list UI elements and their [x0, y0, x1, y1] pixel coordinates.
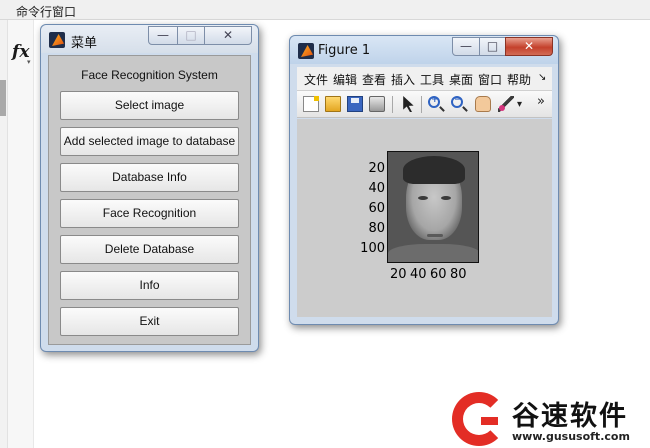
matlab-logo-icon	[298, 43, 314, 59]
select-image-button[interactable]: Select image	[60, 91, 239, 120]
menu-panel: Face Recognition System Select image Add…	[48, 55, 251, 345]
pan-hand-icon[interactable]	[475, 96, 491, 112]
menu-view[interactable]: 查看	[362, 71, 386, 88]
matlab-logo-icon	[49, 32, 65, 48]
figure-toolbar: + − ▾ »	[297, 91, 552, 118]
zoom-out-icon[interactable]: −	[451, 95, 463, 108]
info-button[interactable]: Info	[60, 271, 239, 300]
zoom-in-glyph: +	[431, 95, 439, 105]
system-heading: Face Recognition System	[81, 68, 218, 82]
y-tick-label: 60	[368, 201, 385, 216]
figure-canvas[interactable]: 20 40 60 80 100 20 40 60 80	[297, 119, 552, 317]
save-icon[interactable]	[347, 96, 363, 112]
y-tick-label: 100	[360, 241, 385, 256]
pointer-arrow-icon[interactable]	[403, 96, 414, 112]
menu-overflow-icon[interactable]: ↘	[538, 72, 546, 83]
exit-button[interactable]: Exit	[60, 307, 239, 336]
delete-database-button[interactable]: Delete Database	[60, 235, 239, 264]
menu-window[interactable]: 窗口	[478, 71, 502, 88]
figure-window-title: Figure 1	[318, 43, 371, 58]
add-to-database-button[interactable]: Add selected image to database	[60, 127, 239, 156]
watermark-logo: 谷速软件 www.gususoft.com	[450, 392, 650, 448]
minimize-button[interactable]: —	[148, 26, 178, 45]
face-image-axes[interactable]	[387, 151, 479, 263]
menu-help[interactable]: 帮助	[507, 71, 533, 88]
close-button[interactable]: ✕	[204, 26, 252, 45]
x-tick-label: 40	[410, 267, 427, 282]
menu-window-titlebar[interactable]: 菜单 — □ ✕	[41, 25, 258, 53]
y-tick-label: 80	[368, 221, 385, 236]
watermark-name: 谷速软件	[512, 401, 628, 432]
figure-menubar: 文件 编辑 查看 插入 工具 桌面 窗口 帮助 ↘	[297, 67, 552, 91]
command-window-title: 命令行窗口	[0, 0, 650, 20]
watermark-g-logo-icon	[452, 392, 506, 446]
new-file-icon[interactable]	[303, 96, 319, 112]
figure-window-titlebar[interactable]: Figure 1 — □ ✕	[290, 36, 558, 64]
menu-edit[interactable]: 编辑	[333, 71, 357, 88]
menu-window-title: 菜单	[71, 36, 98, 51]
menu-insert[interactable]: 插入	[391, 71, 415, 88]
face-image-shoulders	[388, 244, 478, 262]
function-browser-caret-icon[interactable]: ▾	[27, 58, 31, 66]
left-strip-marker	[0, 80, 6, 116]
minimize-button[interactable]: —	[452, 37, 480, 56]
data-brush-icon[interactable]	[498, 96, 514, 112]
toolbar-overflow-icon[interactable]: »	[537, 94, 545, 109]
zoom-out-glyph: −	[454, 95, 462, 105]
database-info-button[interactable]: Database Info	[60, 163, 239, 192]
face-image-right-eye	[441, 196, 451, 200]
menu-tools[interactable]: 工具	[420, 71, 444, 88]
x-tick-label: 60	[430, 267, 447, 282]
command-window-gutter	[8, 20, 34, 448]
menu-file[interactable]: 文件	[304, 71, 328, 88]
face-image-mouth	[427, 234, 443, 237]
watermark-url: www.gususoft.com	[512, 430, 630, 443]
command-window-left-strip	[0, 20, 8, 448]
face-image-hair	[403, 156, 465, 184]
toolbar-separator	[392, 96, 393, 113]
open-folder-icon[interactable]	[325, 96, 341, 112]
maximize-button[interactable]: □	[479, 37, 506, 56]
figure-window: Figure 1 — □ ✕ 文件 编辑 查看 插入 工具 桌面 窗口 帮助 ↘…	[289, 35, 559, 325]
x-tick-label: 20	[390, 267, 407, 282]
face-recognition-button[interactable]: Face Recognition	[60, 199, 239, 228]
y-tick-label: 20	[368, 161, 385, 176]
close-button[interactable]: ✕	[505, 37, 553, 56]
x-tick-label: 80	[450, 267, 467, 282]
y-tick-label: 40	[368, 181, 385, 196]
menu-window: 菜单 — □ ✕ Face Recognition System Select …	[40, 24, 259, 352]
menu-desktop[interactable]: 桌面	[449, 71, 473, 88]
brush-dropdown-icon[interactable]: ▾	[517, 99, 522, 110]
maximize-button[interactable]: □	[177, 26, 205, 45]
face-image-left-eye	[418, 196, 428, 200]
toolbar-separator	[421, 96, 422, 113]
zoom-in-icon[interactable]: +	[428, 95, 440, 108]
print-icon[interactable]	[369, 96, 385, 112]
